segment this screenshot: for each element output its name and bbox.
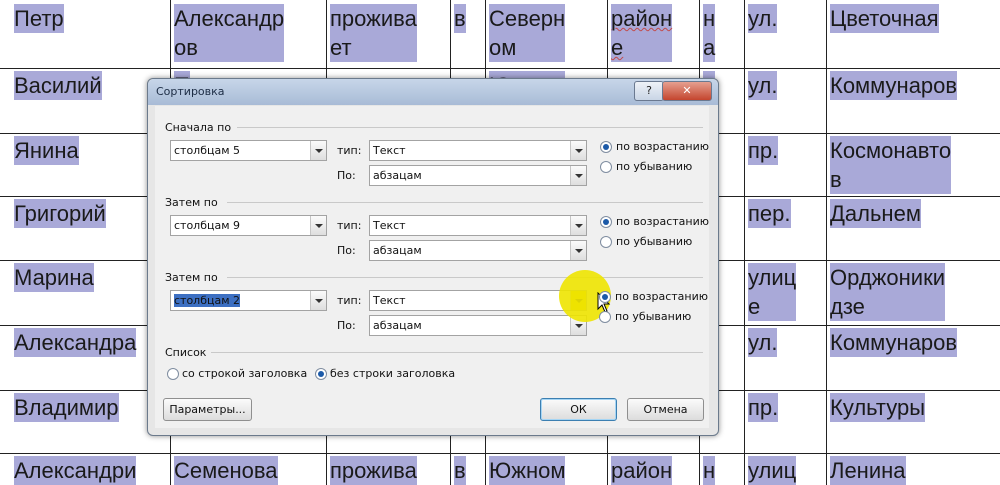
table-column-border	[826, 0, 827, 485]
sort2-asc-label[interactable]: по возрастанию	[616, 215, 709, 228]
table-row-border	[0, 453, 1000, 454]
sort1-desc-radio[interactable]	[600, 161, 612, 173]
without-header-label[interactable]: без строки заголовка	[330, 367, 455, 380]
table-cell: пер.	[748, 199, 791, 228]
sort3-by-combo[interactable]: абзацам	[369, 315, 587, 336]
table-cell: Александра	[14, 328, 137, 357]
table-cell: район	[611, 456, 673, 485]
sort1-asc-label[interactable]: по возрастанию	[616, 140, 709, 153]
table-cell: ул.	[748, 328, 778, 357]
table-cell: Дальнем	[830, 199, 921, 228]
sort1-desc-label[interactable]: по убыванию	[616, 160, 692, 173]
sort3-desc-label[interactable]: по убыванию	[615, 310, 691, 323]
table-cell: Александри	[14, 456, 137, 485]
separator	[237, 127, 703, 128]
table-cell: Александр ов	[174, 4, 285, 62]
table-cell: улиц	[748, 456, 797, 485]
sort2-by-combo[interactable]: абзацам	[369, 240, 587, 261]
table-cell: Цветочная	[830, 4, 939, 33]
sort3-by-label: По:	[337, 319, 356, 332]
with-header-radio[interactable]	[167, 368, 179, 380]
sort-dialog: Сортировка ? ✕ Сначала по столбцам 5 тип…	[147, 78, 719, 436]
sort3-type-combo[interactable]: Текст	[369, 290, 587, 311]
ok-button[interactable]: ОК	[540, 398, 617, 421]
table-cell: Семенова	[174, 456, 278, 485]
sort2-asc-radio[interactable]	[600, 216, 612, 228]
help-button[interactable]: ?	[634, 81, 664, 101]
table-cell: н	[703, 456, 716, 485]
sort3-type-label: тип:	[337, 294, 362, 307]
table-cell: Космонавто в	[830, 136, 952, 194]
without-header-radio[interactable]	[315, 368, 327, 380]
table-cell: Петр	[14, 4, 64, 33]
chevron-down-icon[interactable]	[570, 241, 586, 260]
separator	[227, 277, 703, 278]
table-cell: Янина	[14, 136, 79, 165]
table-cell: Северн ом	[489, 4, 566, 62]
table-cell: в	[454, 4, 466, 33]
sort3-asc-label[interactable]: по возрастанию	[615, 290, 708, 303]
sort2-desc-label[interactable]: по убыванию	[616, 235, 692, 248]
sort2-by-label: По:	[337, 244, 356, 257]
table-cell: ул.	[748, 71, 778, 100]
table-cell: Владимир	[14, 393, 119, 422]
table-cell: улиц е	[748, 263, 797, 321]
sort1-by-combo[interactable]: абзацам	[369, 165, 587, 186]
table-cell: Орджоники дзе	[830, 263, 945, 321]
table-cell: Культуры	[830, 393, 926, 422]
sort2-type-combo[interactable]: Текст	[369, 215, 587, 236]
sort1-type-label: тип:	[337, 144, 362, 157]
sort1-asc-radio[interactable]	[600, 141, 612, 153]
chevron-down-icon[interactable]	[570, 216, 586, 235]
options-button[interactable]: Параметры...	[163, 398, 252, 421]
sort2-desc-radio[interactable]	[600, 236, 612, 248]
table-cell: Василий	[14, 71, 102, 100]
dialog-title: Сортировка	[156, 85, 225, 98]
table-column-border	[744, 0, 745, 485]
separator	[211, 352, 703, 353]
with-header-label[interactable]: со строкой заголовка	[182, 367, 307, 380]
table-cell: Южном	[489, 456, 566, 485]
chevron-down-icon[interactable]	[310, 216, 326, 235]
sort1-field-combo[interactable]: столбцам 5	[170, 140, 327, 161]
table-cell: н а	[703, 4, 716, 62]
table-cell: прожива	[330, 456, 417, 485]
table-cell: прожива ет	[330, 4, 417, 62]
sort2-type-label: тип:	[337, 219, 362, 232]
table-cell: пр.	[748, 136, 779, 165]
table-row-border	[0, 68, 1000, 69]
table-cell: район е	[611, 4, 673, 62]
table-cell: Григорий	[14, 199, 106, 228]
sort1-by-label: По:	[337, 169, 356, 182]
chevron-down-icon[interactable]	[310, 141, 326, 160]
sort1-type-combo[interactable]: Текст	[369, 140, 587, 161]
table-cell: в	[454, 456, 466, 485]
list-group-label: Список	[165, 346, 207, 359]
table-cell: Коммунаров	[830, 328, 958, 357]
close-button[interactable]: ✕	[662, 81, 712, 101]
group-label-2: Затем по	[165, 196, 218, 209]
cancel-button[interactable]: Отмена	[627, 398, 704, 421]
sort3-asc-radio[interactable]	[599, 291, 611, 303]
group-label-3: Затем по	[165, 271, 218, 284]
dialog-titlebar[interactable]: Сортировка ? ✕	[148, 79, 718, 105]
table-cell: ул.	[748, 4, 778, 33]
group-label-1: Сначала по	[165, 121, 232, 134]
sort2-field-combo[interactable]: столбцам 9	[170, 215, 327, 236]
table-cell: Коммунаров	[830, 71, 958, 100]
separator	[227, 202, 703, 203]
sort3-field-combo[interactable]: столбцам 2	[170, 290, 327, 311]
table-cell: Марина	[14, 263, 94, 292]
chevron-down-icon[interactable]	[310, 291, 326, 310]
chevron-down-icon[interactable]	[570, 141, 586, 160]
sort3-desc-radio[interactable]	[599, 311, 611, 323]
dialog-body: Сначала по столбцам 5 тип: Текст По: абз…	[155, 106, 709, 428]
table-cell: Ленина	[830, 456, 906, 485]
chevron-down-icon[interactable]	[570, 166, 586, 185]
table-cell: пр.	[748, 393, 779, 422]
